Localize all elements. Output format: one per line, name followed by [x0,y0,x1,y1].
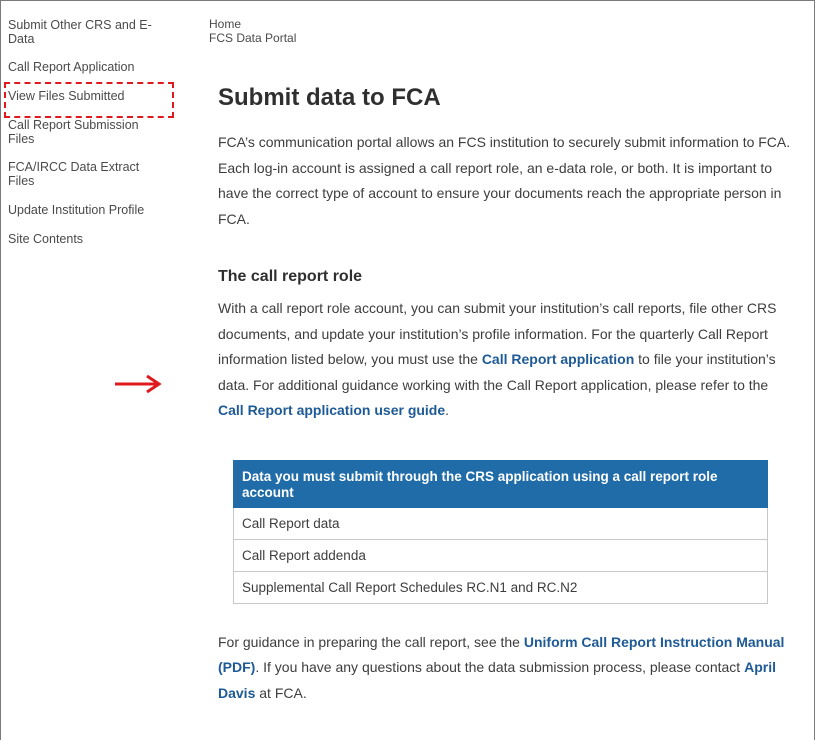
sidebar-nav: Submit Other CRS and E-Data Call Report … [4,18,174,261]
table-cell: Supplemental Call Report Schedules RC.N1… [233,570,768,604]
main-content: Submit data to FCA FCA’s communication p… [218,84,793,706]
required-data-table: Data you must submit through the CRS app… [233,459,768,604]
role-text-3: . [445,402,450,418]
sidebar-item-update-institution-profile[interactable]: Update Institution Profile [8,203,168,217]
section-heading-call-report-role: The call report role [218,268,363,285]
sidebar-item-call-report-submission-files[interactable]: Call Report Submission Files [8,118,168,146]
guidance-text-3: at FCA. [255,684,307,701]
sidebar-item-submit-other-crs[interactable]: Submit Other CRS and E-Data [8,18,168,46]
guidance-text-2: . If you have any questions about the da… [255,659,745,675]
call-report-application-link[interactable]: Call Report application [482,351,634,367]
right-arrow-icon [115,374,162,394]
table-cell: Call Report addenda [233,538,768,572]
sidebar-item-view-files-submitted[interactable]: View Files Submitted [8,89,168,103]
call-report-role-paragraph: With a call report role account, you can… [218,296,793,424]
table-row: Supplemental Call Report Schedules RC.N1… [233,570,768,604]
breadcrumb-home-link[interactable]: Home [209,17,296,31]
table-cell: Call Report data [233,506,768,540]
guidance-paragraph: For guidance in preparing the call repor… [218,630,793,707]
intro-paragraph: FCA’s communication portal allows an FCS… [218,134,791,227]
table-row: Call Report addenda [233,538,768,572]
sidebar-item-call-report-application[interactable]: Call Report Application [8,60,168,74]
table-header: Data you must submit through the CRS app… [233,459,768,508]
breadcrumb-current[interactable]: FCS Data Portal [209,31,296,45]
sidebar-item-data-extract-files[interactable]: FCA/IRCC Data Extract Files [8,160,168,188]
guidance-text-1: For guidance in preparing the call repor… [218,633,524,650]
call-report-user-guide-link[interactable]: Call Report application user guide [218,402,445,418]
sidebar-item-site-contents[interactable]: Site Contents [8,232,168,246]
page-title: Submit data to FCA [218,84,441,111]
breadcrumb: Home FCS Data Portal [209,17,296,45]
table-row: Call Report data [233,506,768,540]
